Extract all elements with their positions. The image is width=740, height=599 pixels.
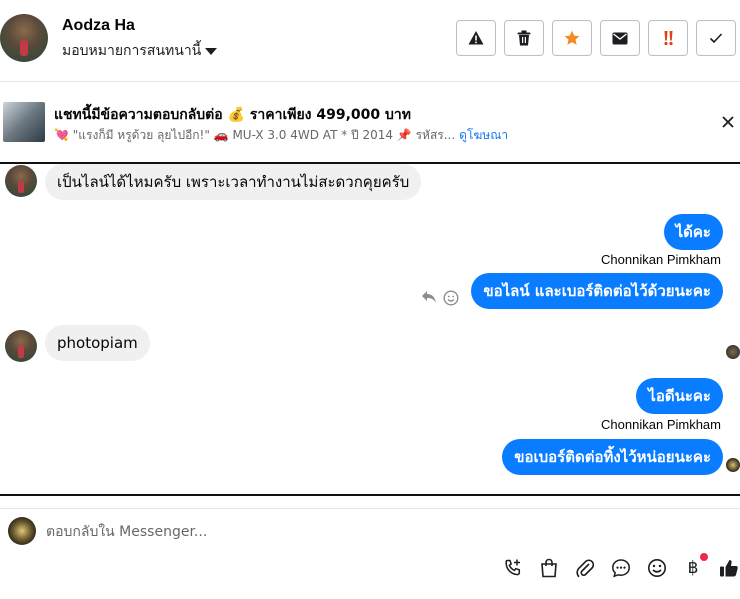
- like-button[interactable]: [718, 557, 740, 579]
- close-banner-button[interactable]: [718, 112, 738, 132]
- trash-icon: [517, 30, 531, 46]
- contact-avatar-small: [5, 165, 37, 197]
- paperclip-icon: [576, 559, 594, 578]
- shopping-bag-icon: [541, 558, 557, 578]
- attach-button[interactable]: [574, 557, 596, 579]
- saved-replies-button[interactable]: [610, 557, 632, 579]
- conversation-header: Aodza Ha มอบหมายการสนทนานี้: [0, 0, 740, 82]
- emoji-button[interactable]: [646, 557, 668, 579]
- call-button[interactable]: [502, 557, 524, 579]
- shop-button[interactable]: [538, 557, 560, 579]
- assign-conversation-dropdown[interactable]: มอบหมายการสนทนานี้: [62, 40, 218, 62]
- banner-title: แชทนี้มีข้อความตอบกลับต่อ 💰 ราคาเพียง 49…: [54, 107, 412, 123]
- outgoing-message[interactable]: ขอไลน์ และเบอร์ติดต่อไว้ด้วยนะคะ: [471, 273, 723, 309]
- notification-dot: [700, 553, 708, 561]
- close-icon: [722, 116, 734, 128]
- incoming-message[interactable]: เป็นไลน์ได้ไหมครับ เพราะเวลาทำงานไม่สะดว…: [45, 164, 422, 200]
- emoji-icon: [648, 559, 666, 577]
- caret-down-icon: [205, 47, 218, 55]
- reply-icon[interactable]: [421, 290, 437, 304]
- banner-subtitle-text: 💘 "แรงก็มี หรูด้วย ลุยไปอีก!" 🚗 MU-X 3.0…: [54, 128, 456, 142]
- urgent-icon: [664, 31, 673, 46]
- baht-icon: ฿: [687, 558, 699, 578]
- view-ad-link[interactable]: ดูโฆษณา: [459, 128, 508, 142]
- phone-add-icon: [505, 559, 521, 576]
- header-actions: [456, 20, 736, 56]
- thumbs-up-icon: [720, 560, 738, 577]
- mail-icon: [612, 32, 628, 44]
- ad-reply-banner: แชทนี้มีข้อความตอบกลับต่อ 💰 ราคาเพียง 49…: [0, 100, 740, 148]
- contact-name[interactable]: Aodza Ha: [62, 17, 135, 35]
- reply-input[interactable]: [46, 521, 686, 543]
- react-emoji-icon[interactable]: [443, 290, 459, 306]
- divider-line: [0, 494, 740, 496]
- sender-name: Chonnikan Pimkham: [601, 417, 721, 432]
- payment-button[interactable]: ฿: [682, 553, 708, 579]
- follow-up-button[interactable]: [648, 20, 688, 56]
- outgoing-message[interactable]: ไอดีนะคะ: [636, 378, 723, 414]
- message-hover-actions: [421, 290, 459, 306]
- read-receipt-avatar: [726, 345, 740, 359]
- message-thread[interactable]: เป็นไลน์ได้ไหมครับ เพราะเวลาทำงานไม่สะดว…: [0, 164, 740, 494]
- read-receipt-avatar: [726, 458, 740, 472]
- assign-label: มอบหมายการสนทนานี้: [62, 43, 202, 59]
- check-icon: [709, 33, 723, 44]
- spam-button[interactable]: [456, 20, 496, 56]
- contact-avatar-small: [5, 330, 37, 362]
- star-button[interactable]: [552, 20, 592, 56]
- composer-toolbar: ฿: [502, 553, 740, 579]
- outgoing-message[interactable]: ขอเบอร์ติดต่อทิ้งไว้หน่อยนะคะ: [502, 439, 723, 475]
- warning-icon: [468, 31, 484, 45]
- ad-thumbnail[interactable]: [3, 102, 45, 142]
- contact-avatar[interactable]: [0, 14, 48, 62]
- reply-composer: ฿: [0, 508, 740, 599]
- star-icon: [564, 30, 580, 45]
- incoming-message[interactable]: photopiam: [45, 325, 150, 361]
- sender-name: Chonnikan Pimkham: [601, 252, 721, 267]
- delete-button[interactable]: [504, 20, 544, 56]
- outgoing-message[interactable]: ได้คะ: [663, 214, 723, 250]
- mark-unread-button[interactable]: [600, 20, 640, 56]
- page-avatar: [8, 517, 36, 545]
- mark-done-button[interactable]: [696, 20, 736, 56]
- banner-subtitle: 💘 "แรงก็มี หรูด้วย ลุยไปอีก!" 🚗 MU-X 3.0…: [54, 126, 508, 145]
- chat-bubble-icon: [612, 559, 630, 578]
